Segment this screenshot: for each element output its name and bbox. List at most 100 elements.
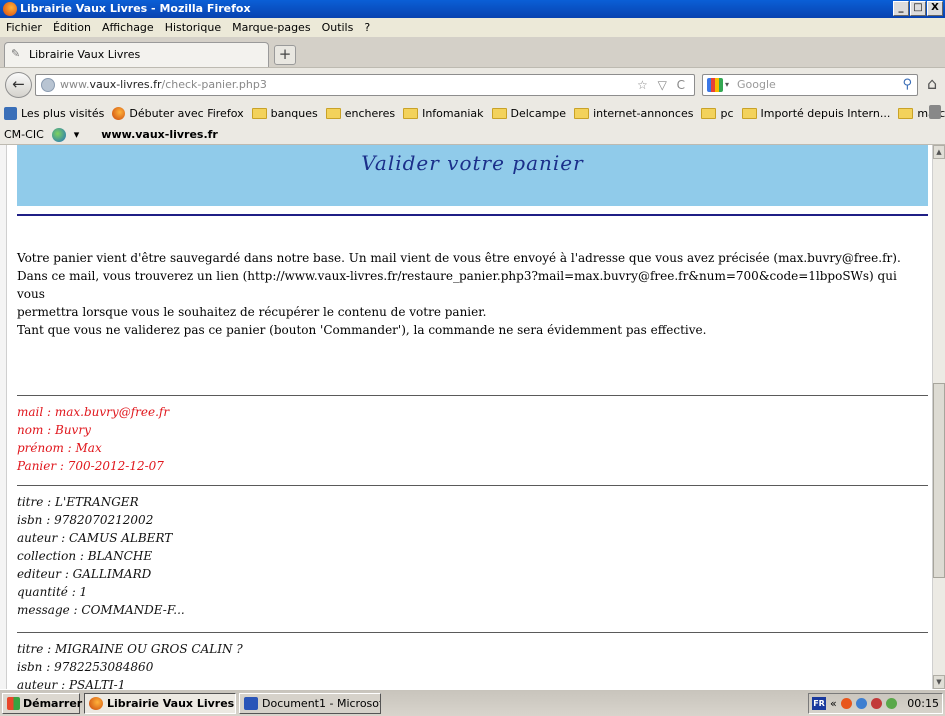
menu-historique[interactable]: Historique [165, 18, 221, 37]
page-banner: Valider votre panier [17, 145, 928, 206]
bookmark-label: Les plus visités [21, 106, 105, 120]
network-icon[interactable] [855, 698, 867, 709]
customer-nom: nom : Buvry [17, 423, 91, 437]
message-line: permettra lorsque vous le souhaitez de r… [17, 305, 487, 319]
tab-bar: ✎ Librairie Vaux Livres + [0, 37, 945, 67]
bookmark-label: Delcampe [510, 106, 567, 120]
taskbar-item-firefox[interactable]: Librairie Vaux Livres -... [84, 693, 236, 714]
bookmark-label: pc [720, 106, 734, 120]
chevron-down-icon[interactable]: ▾ [725, 75, 729, 95]
divider [17, 485, 928, 486]
firefox-icon [89, 697, 103, 710]
cmcic-label[interactable]: CM-CIC [4, 128, 44, 141]
message-line: Tant que vous ne validerez pas ce panier… [17, 323, 707, 337]
firefox-icon [112, 106, 126, 120]
book-isbn: isbn : 9782253084860 [17, 660, 154, 674]
book-author: auteur : PSALTI-1 [17, 678, 126, 689]
system-tray: FR « 00:15 [808, 693, 943, 714]
search-input[interactable]: ▾ Google ⚲ [702, 74, 918, 96]
folder-icon [491, 107, 507, 119]
book-quantity: quantité : 1 [17, 585, 88, 599]
home-icon[interactable]: ⌂ [927, 74, 937, 93]
left-frame-border [0, 145, 7, 689]
bookmark-folder-infomaniak[interactable]: Infomaniak [403, 107, 484, 120]
url-domain: vaux-livres.fr [89, 78, 162, 91]
language-indicator[interactable]: FR [812, 697, 826, 710]
folder-icon [251, 107, 267, 119]
bookmark-folder-delcampe[interactable]: Delcampe [491, 106, 567, 120]
chevron-down-icon[interactable]: ▾ [74, 128, 80, 141]
security-alert-icon[interactable] [870, 698, 882, 709]
folder-icon [701, 107, 717, 119]
menu-affichage[interactable]: Affichage [102, 18, 154, 37]
close-button[interactable]: X [927, 1, 943, 16]
page-title: Valider votre panier [361, 151, 584, 175]
menu-edition[interactable]: Édition [53, 18, 91, 37]
toolbar-site-link[interactable]: www.vaux-livres.fr [101, 128, 218, 141]
tray-expand-icon[interactable]: « [830, 697, 837, 710]
bookmark-label: encheres [344, 106, 396, 120]
bookmark-label: banques [270, 106, 318, 120]
menu-fichier[interactable]: Fichier [6, 18, 42, 37]
printer-icon[interactable] [929, 105, 941, 119]
divider [17, 632, 928, 633]
tab-librairie[interactable]: ✎ Librairie Vaux Livres [4, 42, 269, 67]
windows-logo-icon [7, 697, 20, 710]
page-content: Valider votre panier Votre panier vient … [0, 145, 932, 689]
bookmark-getting-started[interactable]: Débuter avec Firefox [112, 106, 244, 120]
confirmation-message: Votre panier vient d'être sauvegardé dan… [17, 249, 917, 339]
scroll-up-button[interactable]: ▲ [933, 145, 945, 159]
bookmark-folder-banques[interactable]: banques [251, 106, 318, 120]
word-icon [244, 697, 258, 710]
antivirus-icon[interactable] [840, 698, 852, 709]
message-line: Votre panier vient d'être sauvegardé dan… [17, 251, 901, 265]
message-line: Dans ce mail, vous trouverez un lien (ht… [17, 269, 897, 301]
folder-icon [574, 107, 590, 119]
windows-taskbar: Démarrer Librairie Vaux Livres -... Docu… [0, 689, 945, 716]
bookmark-most-visited[interactable]: Les plus visités [4, 106, 105, 120]
customer-panier: Panier : 700-2012-12-07 [17, 459, 164, 473]
menu-outils[interactable]: Outils [322, 18, 354, 37]
bookmark-label: Débuter avec Firefox [129, 106, 244, 120]
tab-title: Librairie Vaux Livres [29, 48, 141, 61]
folder-icon [403, 107, 419, 119]
book-message: message : COMMANDE-F... [17, 603, 185, 617]
back-button[interactable]: ← [5, 72, 32, 98]
bookmark-folder-pc[interactable]: pc [701, 106, 734, 120]
book-title: titre : MIGRAINE OU GROS CALIN ? [17, 642, 243, 656]
scroll-down-button[interactable]: ▼ [933, 675, 945, 689]
book-author: auteur : CAMUS ALBERT [17, 531, 173, 545]
google-icon[interactable] [707, 78, 723, 92]
scrollbar-thumb[interactable] [933, 383, 945, 578]
new-tab-button[interactable]: + [274, 45, 296, 65]
window-titlebar: Librairie Vaux Livres - Mozilla Firefox … [0, 0, 945, 18]
customer-mail: mail : max.buvry@free.fr [17, 405, 170, 419]
bookmark-folder-imported[interactable]: Importé depuis Intern... [741, 107, 890, 120]
banner-divider [17, 214, 928, 216]
search-icon[interactable]: ⚲ [902, 75, 912, 95]
customer-info: mail : max.buvry@free.fr nom : Buvry pré… [17, 403, 169, 475]
bookmarks-bar: Les plus visités Débuter avec Firefox ba… [0, 101, 945, 125]
bookmark-folder-encheres[interactable]: encheres [325, 106, 396, 120]
url-tools-icons[interactable]: ☆ ▽ C [637, 75, 688, 95]
vertical-scrollbar[interactable]: ▲ ▼ [932, 145, 945, 689]
book-publisher: editeur : GALLIMARD [17, 567, 152, 581]
search-placeholder: Google [737, 78, 776, 91]
globe-icon [41, 78, 55, 92]
restore-button[interactable]: □ [910, 1, 926, 16]
menu-marque-pages[interactable]: Marque-pages [232, 18, 310, 37]
cmcic-toolbar: CM-CIC ▾ www.vaux-livres.fr [0, 125, 945, 145]
url-path: /check-panier.php3 [161, 78, 267, 91]
url-prefix: www. [60, 78, 90, 91]
taskbar-item-label: Librairie Vaux Livres -... [107, 697, 235, 710]
url-bar[interactable]: www.vaux-livres.fr/check-panier.php3 ☆ ▽… [35, 74, 695, 96]
start-button[interactable]: Démarrer [2, 693, 82, 714]
book-title: titre : L'ETRANGER [17, 495, 139, 509]
bookmark-folder-internet-annonces[interactable]: internet-annonces [574, 107, 693, 120]
volume-icon[interactable] [885, 698, 897, 709]
globe-icon[interactable] [51, 127, 66, 142]
minimize-button[interactable]: _ [893, 1, 909, 16]
taskbar-item-word[interactable]: Document1 - Microsoft ... [239, 693, 381, 714]
menu-help[interactable]: ? [364, 18, 370, 37]
divider [17, 395, 928, 396]
